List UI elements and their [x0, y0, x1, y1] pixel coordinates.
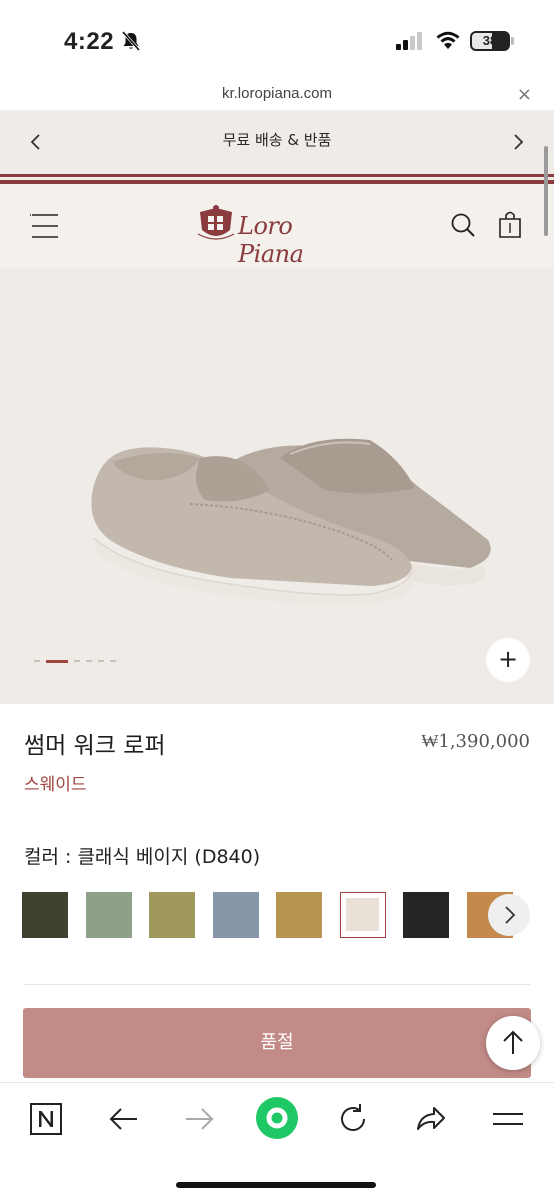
product-image-carousel[interactable]: +	[0, 268, 554, 704]
carousel-dot-active[interactable]	[46, 660, 68, 663]
status-bar: 4:22 38	[0, 0, 554, 80]
carousel-dot[interactable]	[34, 660, 40, 662]
url-text[interactable]: kr.loropiana.com	[0, 85, 554, 102]
home-indicator	[176, 1182, 376, 1188]
menu-icon[interactable]	[490, 1101, 526, 1137]
product-material[interactable]: 스웨이드	[24, 770, 87, 795]
page-scrollbar[interactable]	[544, 146, 548, 236]
color-swatch-black[interactable]	[403, 892, 449, 938]
product-info: 썸머 워크 로퍼 ₩1,390,000 스웨이드 컬러 : 클래식 베이지 (D…	[0, 704, 554, 1084]
back-arrow-icon[interactable]	[105, 1101, 141, 1137]
product-image	[91, 438, 491, 605]
product-price: ₩1,390,000	[421, 731, 530, 752]
color-swatch-olive[interactable]	[149, 892, 195, 938]
color-swatch-fill	[345, 898, 379, 931]
product-name: 썸머 워크 로퍼	[24, 733, 166, 759]
carousel-dot[interactable]	[74, 660, 80, 662]
carousel-dot[interactable]	[86, 660, 92, 662]
scroll-to-top-button[interactable]	[486, 1016, 540, 1070]
forward-arrow-icon[interactable]	[182, 1101, 218, 1137]
color-swatch-classic-beige[interactable]	[339, 892, 386, 938]
naver-n-icon[interactable]	[28, 1101, 64, 1137]
shopping-bag-icon[interactable]	[497, 209, 523, 239]
promo-text[interactable]: 무료 배송 & 반품	[0, 129, 554, 150]
carousel-dot[interactable]	[110, 660, 116, 662]
zoom-button[interactable]: +	[486, 638, 530, 682]
divider	[24, 984, 530, 985]
color-swatch-tan[interactable]	[276, 892, 322, 938]
promo-banner: 무료 배송 & 반품	[0, 110, 554, 174]
wifi-icon	[436, 31, 460, 49]
carousel-pagination[interactable]	[34, 660, 124, 664]
url-bar[interactable]: kr.loropiana.com ×	[0, 80, 554, 110]
chevron-right-icon[interactable]	[508, 132, 528, 152]
battery-nub	[511, 37, 514, 45]
color-swatches	[22, 892, 554, 940]
color-swatch-slate-blue[interactable]	[212, 892, 259, 938]
hamburger-menu-icon[interactable]	[30, 212, 60, 240]
refresh-icon[interactable]	[335, 1101, 371, 1137]
bell-muted-icon	[121, 31, 141, 51]
swatch-next-button[interactable]	[488, 894, 530, 936]
site-header: Loro Piana	[0, 184, 554, 268]
battery-indicator: 38	[470, 31, 510, 51]
carousel-dot[interactable]	[98, 660, 104, 662]
status-time: 4:22	[64, 28, 115, 55]
browser-toolbar	[0, 1082, 554, 1200]
battery-level: 38	[482, 33, 498, 48]
close-tab-button[interactable]: ×	[517, 84, 532, 105]
green-dot-icon[interactable]	[254, 1095, 300, 1141]
logo-text: Loro Piana	[238, 212, 304, 268]
loro-piana-logo[interactable]: Loro Piana	[196, 204, 360, 268]
color-swatch-dark-olive[interactable]	[22, 892, 68, 938]
search-icon[interactable]	[450, 212, 476, 238]
cellular-signal-icon	[396, 32, 422, 50]
color-label: 컬러 : 클래식 베이지 (D840)	[24, 846, 261, 868]
color-swatch-sage-green[interactable]	[85, 892, 132, 938]
sold-out-button[interactable]: 품절	[23, 1008, 531, 1078]
share-icon[interactable]	[412, 1101, 448, 1137]
